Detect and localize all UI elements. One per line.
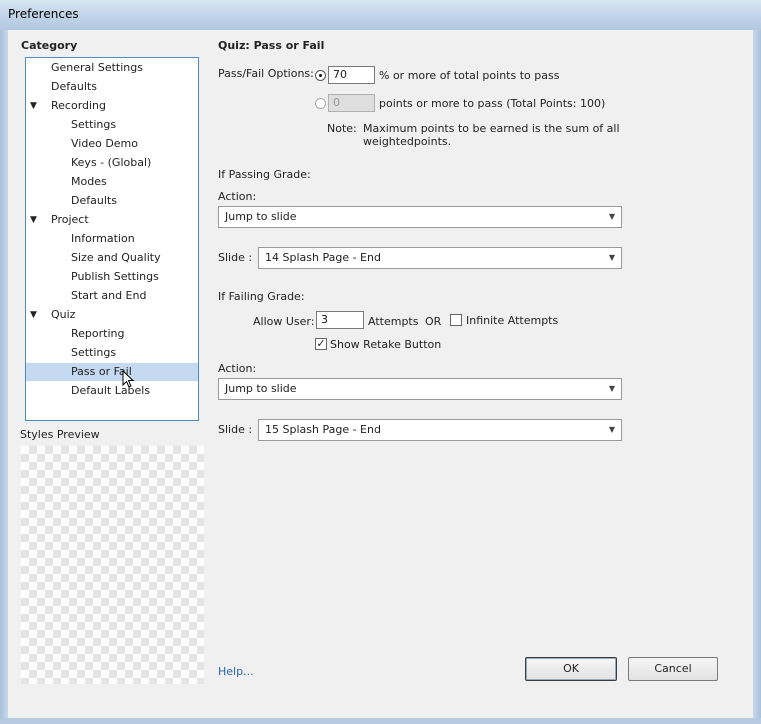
tree-item[interactable]: Publish Settings: [26, 268, 198, 286]
tree-item-label: Project: [51, 213, 89, 226]
tree-item-label: Settings: [71, 118, 117, 131]
passing-slide-label: Slide :: [218, 251, 253, 264]
note-label: Note:: [327, 122, 357, 135]
tree-item-label: General Settings: [51, 61, 143, 74]
failing-heading: If Failing Grade:: [218, 290, 305, 303]
window-frame-bottom: [0, 718, 761, 724]
tree-item[interactable]: ▼ Recording: [26, 97, 198, 115]
failing-slide-label: Slide :: [218, 423, 253, 436]
show-retake-label: Show Retake Button: [330, 338, 442, 351]
passing-action-select[interactable]: Jump to slide ▼: [218, 206, 622, 228]
category-tree[interactable]: General Settings Defaults ▼ Recording Settin…: [25, 57, 199, 421]
tree-item[interactable]: Pass or Fail: [26, 363, 198, 381]
tree-item-label: Start and End: [71, 289, 147, 302]
attempts-input[interactable]: 3: [316, 311, 364, 329]
tree-item[interactable]: Settings: [26, 344, 198, 362]
dialog-body: Category General Settings Defaults ▼ Record…: [8, 30, 753, 718]
expand-arrow-icon[interactable]: ▼: [30, 211, 37, 229]
styles-preview-heading: Styles Preview: [20, 428, 100, 441]
failing-slide-value: 15 Splash Page - End: [265, 423, 381, 436]
passing-action-value: Jump to slide: [225, 210, 297, 223]
category-heading: Category: [21, 39, 78, 52]
title-bar[interactable]: Preferences: [0, 0, 761, 31]
tree-item-label: Size and Quality: [71, 251, 161, 264]
tree-item[interactable]: ▼ Quiz: [26, 306, 198, 324]
window-title: Preferences: [8, 7, 79, 21]
failing-slide-select[interactable]: 15 Splash Page - End ▼: [258, 419, 622, 441]
passing-action-label: Action:: [218, 190, 257, 203]
tree-item[interactable]: Modes: [26, 173, 198, 191]
infinite-attempts-label: Infinite Attempts: [466, 314, 559, 327]
tree-item-label: Publish Settings: [71, 270, 159, 283]
tree-item-label: Information: [71, 232, 135, 245]
tree-item-label: Reporting: [71, 327, 125, 340]
tree-item[interactable]: Default Labels: [26, 382, 198, 400]
points-text: points or more to pass (Total Points: 10…: [379, 97, 606, 110]
passing-slide-value: 14 Splash Page - End: [265, 251, 381, 264]
chevron-down-icon: ▼: [608, 253, 615, 262]
chevron-down-icon: ▼: [608, 212, 615, 221]
tree-item-label: Defaults: [71, 194, 117, 207]
styles-preview-canvas: [21, 446, 204, 684]
help-link[interactable]: Help...: [218, 665, 254, 678]
passing-slide-select[interactable]: 14 Splash Page - End ▼: [258, 247, 622, 269]
tree-item-label: Default Labels: [71, 384, 151, 397]
tree-item[interactable]: Reporting: [26, 325, 198, 343]
tree-item[interactable]: Video Demo: [26, 135, 198, 153]
tree-item[interactable]: Settings: [26, 116, 198, 134]
tree-item[interactable]: Keys - (Global): [26, 154, 198, 172]
percent-radio[interactable]: [315, 70, 326, 81]
tree-item[interactable]: ▼ Project: [26, 211, 198, 229]
chevron-down-icon: ▼: [608, 425, 615, 434]
tree-item-label: Quiz: [51, 308, 76, 321]
pass-fail-options-label: Pass/Fail Options:: [218, 67, 314, 80]
allow-user-label: Allow User:: [253, 315, 315, 328]
note-line-2: weightedpoints.: [363, 135, 452, 148]
failing-action-value: Jump to slide: [225, 382, 297, 395]
panel-title: Quiz: Pass or Fail: [218, 39, 325, 52]
tree-item[interactable]: Defaults: [26, 192, 198, 210]
tree-item-label: Settings: [71, 346, 117, 359]
points-input[interactable]: 0: [328, 94, 375, 112]
window-frame-left: [0, 30, 8, 724]
tree-item[interactable]: Start and End: [26, 287, 198, 305]
window-frame-right: [753, 30, 761, 724]
attempts-text: Attempts: [368, 315, 419, 328]
cancel-button[interactable]: Cancel: [628, 657, 718, 681]
tree-item[interactable]: Defaults: [26, 78, 198, 96]
tree-item-label: Recording: [51, 99, 107, 112]
expand-arrow-icon[interactable]: ▼: [30, 306, 37, 324]
mouse-cursor-icon: [122, 369, 135, 388]
tree-item[interactable]: General Settings: [26, 59, 198, 77]
percent-input[interactable]: 70: [328, 66, 375, 84]
or-text: OR: [425, 315, 442, 328]
tree-item-label: Video Demo: [71, 137, 138, 150]
tree-item[interactable]: Information: [26, 230, 198, 248]
note-line-1: Maximum points to be earned is the sum o…: [363, 122, 620, 135]
points-radio[interactable]: [315, 98, 326, 109]
tree-item-label: Modes: [71, 175, 107, 188]
tree-item-label: Keys - (Global): [71, 156, 152, 169]
failing-action-select[interactable]: Jump to slide ▼: [218, 378, 622, 400]
ok-button[interactable]: OK: [525, 657, 617, 681]
chevron-down-icon: ▼: [608, 384, 615, 393]
percent-text: % or more of total points to pass: [379, 69, 560, 82]
passing-heading: If Passing Grade:: [218, 168, 311, 181]
failing-action-label: Action:: [218, 362, 257, 375]
infinite-attempts-checkbox[interactable]: [450, 314, 462, 326]
tree-item[interactable]: Size and Quality: [26, 249, 198, 267]
tree-item-label: Defaults: [51, 80, 97, 93]
show-retake-checkbox[interactable]: ✓: [315, 338, 327, 350]
expand-arrow-icon[interactable]: ▼: [30, 97, 37, 115]
